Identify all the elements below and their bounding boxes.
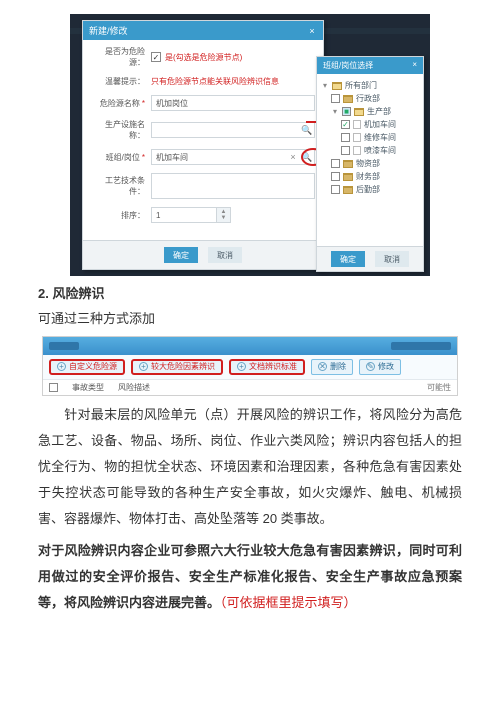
checkbox[interactable] xyxy=(331,94,340,103)
tree-node-penqi[interactable]: 喷漆车间 xyxy=(341,145,419,156)
dialog-title-text: 新建/修改 xyxy=(89,24,128,37)
plus-icon: + xyxy=(57,362,66,371)
tree-cancel-button[interactable]: 取消 xyxy=(375,251,409,267)
input-team[interactable]: 机加车间 × 🔍 xyxy=(151,149,315,165)
row-tech: 工艺技术条件： xyxy=(91,173,315,199)
input-tech[interactable] xyxy=(151,173,315,199)
tree-node-caiwu[interactable]: 财务部 xyxy=(331,171,419,182)
folder-icon xyxy=(343,160,353,168)
btn-edit[interactable]: ✎修改 xyxy=(359,359,401,375)
tree-node-admin[interactable]: 行政部 xyxy=(331,93,419,104)
file-icon xyxy=(353,146,361,155)
tree-root[interactable]: ▾所有部门 xyxy=(321,80,419,91)
tree-node-prod[interactable]: ▾■生产部 xyxy=(331,106,419,117)
btn-delete[interactable]: ✕删除 xyxy=(311,359,353,375)
file-icon xyxy=(353,120,361,129)
row-tip: 温馨提示： 只有危险源节点能关联风险辨识信息 xyxy=(91,76,315,87)
toolbar-header-bar xyxy=(43,337,457,355)
tree-ok-button[interactable]: 确定 xyxy=(331,251,365,267)
stepper-icon[interactable]: ▲▼ xyxy=(216,208,230,222)
folder-icon xyxy=(343,95,353,103)
tree-footer: 确定 取消 xyxy=(317,246,423,271)
col-accident-type[interactable]: 事故类型 xyxy=(72,382,104,393)
btn-major-risk[interactable]: +较大危险因素辨识 xyxy=(131,359,223,375)
input-order[interactable]: 1 ▲▼ xyxy=(151,207,231,223)
tree-title-text: 班组/岗位选择 xyxy=(323,60,373,71)
document-text-block: 2. 风险辨识 可通过三种方式添加 xyxy=(0,284,500,330)
label-team: 班组/岗位 xyxy=(91,152,151,163)
label-area: 生产设施名称： xyxy=(91,119,151,141)
plus-icon: + xyxy=(237,362,246,371)
input-source-name[interactable]: 机加岗位 xyxy=(151,95,315,111)
tree-node-jijia[interactable]: ✓机加车间 xyxy=(341,119,419,130)
caret-down-icon[interactable]: ▾ xyxy=(331,107,339,116)
checkbox[interactable] xyxy=(331,172,340,181)
edit-icon: ✎ xyxy=(366,362,375,371)
tree-node-houqin[interactable]: 后勤部 xyxy=(331,184,419,195)
dialog-footer: 确定 取消 xyxy=(83,240,323,269)
paragraph-1: 针对最末层的风险单元（点）开展风险的辨识工作，将风险分为高危急工艺、设备、物品、… xyxy=(38,402,462,532)
dialog-titlebar: 新建/修改 × xyxy=(83,21,323,40)
row-team: 班组/岗位 机加车间 × 🔍 xyxy=(91,149,315,165)
file-icon xyxy=(353,133,361,142)
col-risk-desc[interactable]: 风险描述 xyxy=(118,382,150,393)
checkbox[interactable] xyxy=(331,159,340,168)
tip-text: 只有危险源节点能关联风险辨识信息 xyxy=(151,76,279,87)
close-icon[interactable]: × xyxy=(412,60,417,71)
screenshot-toolbar-area: +自定义危险源 +较大危险因素辨识 +文档辨识标准 ✕删除 ✎修改 事故类型 风… xyxy=(42,336,458,396)
tree-node-weixiu[interactable]: 维修车间 xyxy=(341,132,419,143)
btn-custom-source[interactable]: +自定义危险源 xyxy=(49,359,125,375)
section-subtext: 可通过三种方式添加 xyxy=(38,309,462,330)
row-is-source: 是否为危险源： ✓ 是(勾选是危险源节点) xyxy=(91,46,315,68)
row-area: 生产设施名称： 🔍 xyxy=(91,119,315,141)
btn-doc-standard[interactable]: +文档辨识标准 xyxy=(229,359,305,375)
label-tip: 温馨提示： xyxy=(91,76,151,87)
col-possibility[interactable]: 可能性 xyxy=(427,382,451,393)
folder-open-icon xyxy=(354,108,364,116)
clear-icon[interactable]: × xyxy=(286,150,300,164)
checkbox[interactable] xyxy=(331,185,340,194)
delete-icon: ✕ xyxy=(318,362,327,371)
folder-open-icon xyxy=(332,82,342,90)
folder-icon xyxy=(343,186,353,194)
close-icon[interactable]: × xyxy=(307,26,317,36)
is-source-text: 是(勾选是危险源节点) xyxy=(165,52,242,63)
ok-button[interactable]: 确定 xyxy=(164,247,198,263)
checkbox[interactable] xyxy=(341,133,350,142)
row-source-name: 危险源名称 机加岗位 xyxy=(91,95,315,111)
checkbox-checked[interactable]: ✓ xyxy=(341,120,350,129)
create-edit-dialog: 新建/修改 × 是否为危险源： ✓ 是(勾选是危险源节点) 温馨提示： 只有危险… xyxy=(82,20,324,270)
search-icon[interactable]: 🔍 xyxy=(300,123,314,137)
toolbar-table-header: 事故类型 风险描述 可能性 xyxy=(43,379,457,395)
select-all-checkbox[interactable] xyxy=(49,383,58,392)
caret-down-icon[interactable]: ▾ xyxy=(321,81,329,90)
checkbox[interactable] xyxy=(341,146,350,155)
checkbox-partial[interactable]: ■ xyxy=(342,107,351,116)
dialog-body: 是否为危险源： ✓ 是(勾选是危险源节点) 温馨提示： 只有危险源节点能关联风险… xyxy=(83,40,323,237)
plus-icon: + xyxy=(139,362,148,371)
label-source-name: 危险源名称 xyxy=(91,98,151,109)
toolbar-buttons-row: +自定义危险源 +较大危险因素辨识 +文档辨识标准 ✕删除 ✎修改 xyxy=(43,355,457,379)
label-is-source: 是否为危险源： xyxy=(91,46,151,68)
search-icon[interactable]: 🔍 xyxy=(300,150,314,164)
label-order: 排序： xyxy=(91,210,151,221)
team-select-panel: 班组/岗位选择 × ▾所有部门 行政部 ▾■生产部 ✓机加车间 维修车间 喷漆车… xyxy=(316,56,424,272)
tree-body: ▾所有部门 行政部 ▾■生产部 ✓机加车间 维修车间 喷漆车间 物资部 财务部 … xyxy=(317,74,423,242)
input-area[interactable]: 🔍 xyxy=(151,122,315,138)
section-heading: 2. 风险辨识 xyxy=(38,284,462,305)
cancel-button[interactable]: 取消 xyxy=(208,247,242,263)
screenshot-dialog-area: 新建/修改 × 是否为危险源： ✓ 是(勾选是危险源节点) 温馨提示： 只有危险… xyxy=(70,14,430,276)
folder-icon xyxy=(343,173,353,181)
row-order: 排序： 1 ▲▼ xyxy=(91,207,315,223)
tree-node-wuzi[interactable]: 物资部 xyxy=(331,158,419,169)
label-tech: 工艺技术条件： xyxy=(91,175,151,197)
paragraph-2: 对于风险辨识内容企业可参照六大行业较大危急有害因素辨识，同时可利用做过的安全评价… xyxy=(38,538,462,616)
tree-titlebar: 班组/岗位选择 × xyxy=(317,57,423,74)
checkbox-is-source[interactable]: ✓ xyxy=(151,52,161,62)
